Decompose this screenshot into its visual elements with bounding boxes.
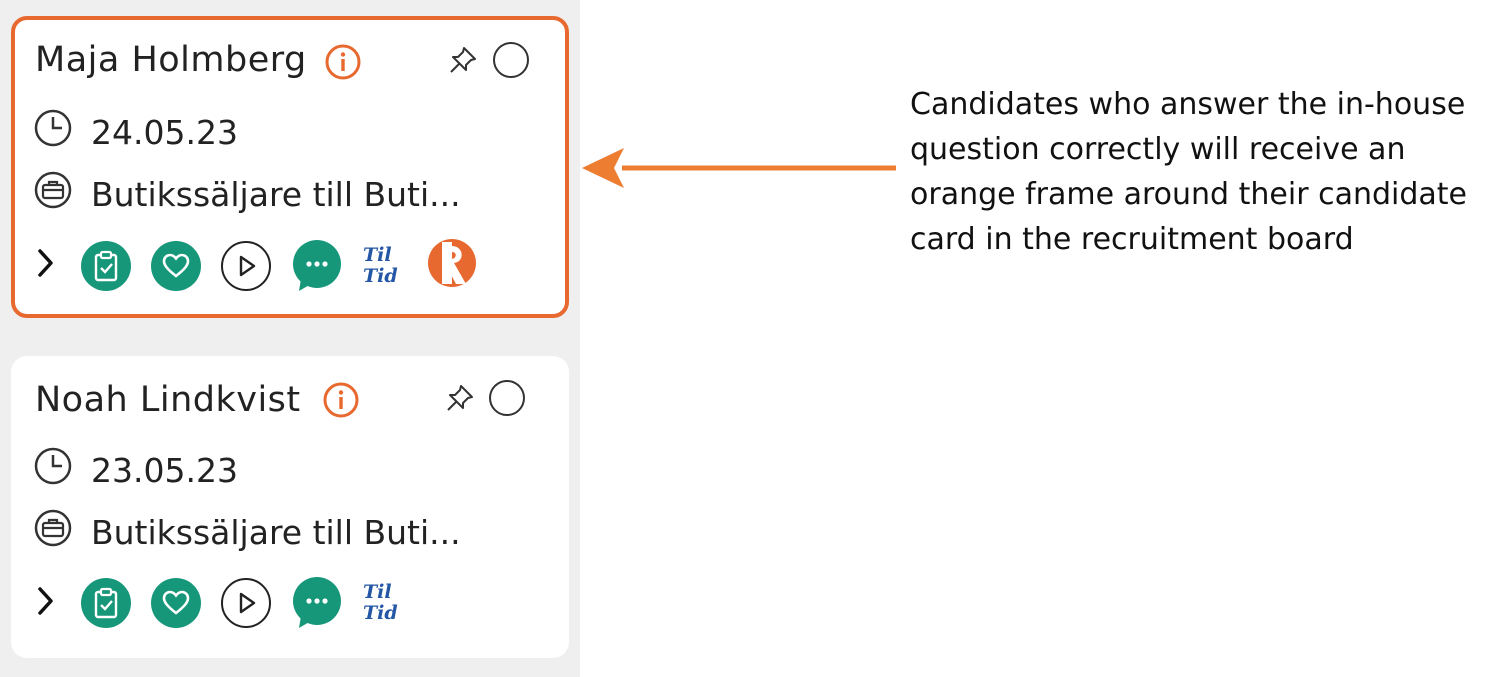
candidate-name[interactable]: Maja Holmberg (35, 40, 307, 80)
r-logo (424, 238, 480, 293)
tiltid-logo: Til Tid (363, 243, 398, 287)
chat-bubble-icon[interactable] (291, 239, 343, 293)
chat-bubble-icon[interactable] (291, 576, 343, 630)
date-text: 24.05.23 (91, 112, 238, 152)
select-checkbox[interactable] (489, 380, 525, 416)
select-checkbox[interactable] (493, 42, 529, 78)
tiltid-line-1: Til (363, 243, 392, 266)
candidate-card-highlighted[interactable]: Maja Holmberg 24.05.23 Butikssäljare til… (11, 16, 569, 318)
candidate-actions: Til Tid (35, 576, 424, 630)
annotation-text: Candidates who answer the in-house quest… (910, 87, 1467, 257)
tiltid-logo: Til Tid (363, 582, 398, 624)
annotation-arrow (582, 148, 896, 188)
tiltid-line-1: Til (363, 581, 392, 603)
clipboard-check-icon[interactable] (81, 240, 131, 291)
job-title: Butikssäljare till Buti... (33, 170, 461, 218)
clipboard-check-icon[interactable] (81, 578, 131, 628)
pin-icon[interactable] (444, 382, 476, 419)
application-date: 23.05.23 (33, 446, 238, 494)
play-icon[interactable] (221, 240, 271, 291)
job-title: Butikssäljare till Buti... (33, 508, 461, 556)
tiltid-line-2: Tid (363, 602, 398, 624)
job-text: Butikssäljare till Buti... (91, 512, 461, 552)
info-icon[interactable] (321, 380, 361, 425)
chevron-right-icon[interactable] (35, 584, 57, 623)
briefcase-icon (33, 170, 73, 218)
tiltid-line-2: Tid (363, 264, 398, 287)
candidate-name[interactable]: Noah Lindkvist (35, 380, 301, 420)
date-text: 23.05.23 (91, 450, 238, 490)
recruitment-board-column: Maja Holmberg 24.05.23 Butikssäljare til… (0, 0, 580, 677)
play-icon[interactable] (221, 578, 271, 628)
job-text: Butikssäljare till Buti... (91, 174, 461, 214)
chevron-right-icon[interactable] (35, 246, 57, 285)
info-icon[interactable] (323, 42, 363, 87)
clock-icon (33, 446, 73, 494)
candidate-card[interactable]: Noah Lindkvist 23.05.23 Butikssäljare ti… (11, 356, 569, 658)
pin-icon[interactable] (447, 44, 479, 81)
candidate-actions: Til Tid (35, 238, 480, 293)
heart-icon[interactable] (151, 578, 201, 628)
briefcase-icon (33, 508, 73, 556)
clock-icon (33, 108, 73, 156)
application-date: 24.05.23 (33, 108, 238, 156)
heart-icon[interactable] (151, 240, 201, 291)
